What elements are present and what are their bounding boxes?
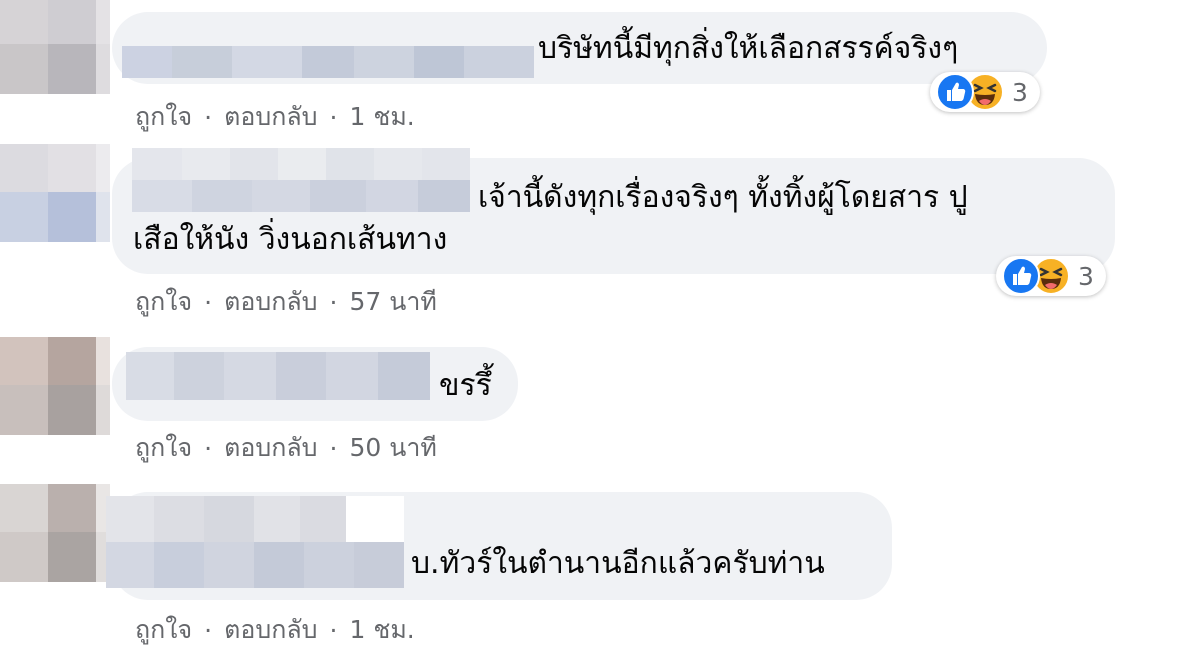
timestamp-link[interactable]: 1 ชม.: [350, 610, 415, 650]
timestamp-link[interactable]: 50 นาที: [350, 428, 437, 468]
comment-text: บ.ทัวร์ในตำนานอีกแล้วครับท่าน: [411, 546, 825, 581]
commenter-name-blurred[interactable]: [132, 148, 470, 212]
comment-actions: ถูกใจ · ตอบกลับ · 50 นาที: [135, 428, 437, 468]
reply-button[interactable]: ตอบกลับ: [224, 610, 317, 650]
timestamp-link[interactable]: 1 ชม.: [350, 97, 415, 137]
reply-button[interactable]: ตอบกลับ: [224, 428, 317, 468]
timestamp-link[interactable]: 57 นาที: [350, 282, 437, 322]
separator-dot: ·: [204, 287, 213, 317]
reply-button[interactable]: ตอบกลับ: [224, 97, 317, 137]
separator-dot: ·: [204, 433, 213, 463]
commenter-name-blurred[interactable]: [126, 352, 430, 400]
like-button[interactable]: ถูกใจ: [135, 428, 192, 468]
avatar[interactable]: [0, 484, 110, 582]
like-button[interactable]: ถูกใจ: [135, 610, 192, 650]
comment-text: บริษัทนี้มีทุกสิ่งให้เลือกสรรค์จริงๆ: [538, 31, 959, 66]
avatar[interactable]: [0, 144, 110, 242]
reaction-count: 3: [1012, 77, 1028, 107]
commenter-name-blurred[interactable]: [122, 46, 534, 78]
comment-actions: ถูกใจ · ตอบกลับ · 1 ชม.: [135, 97, 415, 137]
separator-dot: ·: [329, 433, 338, 463]
reaction-summary[interactable]: 3: [996, 256, 1106, 296]
separator-dot: ·: [204, 615, 213, 645]
like-icon: [936, 73, 974, 111]
like-button[interactable]: ถูกใจ: [135, 97, 192, 137]
comment-text: ขรรึ้: [439, 368, 492, 403]
reply-button[interactable]: ตอบกลับ: [224, 282, 317, 322]
separator-dot: ·: [329, 287, 338, 317]
reaction-summary[interactable]: 3: [930, 72, 1040, 112]
like-icon: [1002, 257, 1040, 295]
avatar[interactable]: [0, 0, 110, 94]
avatar[interactable]: [0, 337, 110, 435]
comment-actions: ถูกใจ · ตอบกลับ · 57 นาที: [135, 282, 437, 322]
separator-dot: ·: [329, 615, 338, 645]
separator-dot: ·: [329, 102, 338, 132]
like-button[interactable]: ถูกใจ: [135, 282, 192, 322]
commenter-name-blurred[interactable]: [106, 496, 404, 588]
comment-actions: ถูกใจ · ตอบกลับ · 1 ชม.: [135, 610, 415, 650]
reaction-count: 3: [1078, 261, 1094, 291]
comment-text: เสือให้นัง วิ่งนอกเส้นทาง: [133, 222, 448, 257]
comment-thread: บริษัทนี้มีทุกสิ่งให้เลือกสรรค์จริงๆ 3 ถ…: [0, 0, 1200, 654]
comment-text: เจ้านี้ดังทุกเรื่องจริงๆ ทั้งทิ้งผู้โดยส…: [478, 180, 968, 215]
separator-dot: ·: [204, 102, 213, 132]
